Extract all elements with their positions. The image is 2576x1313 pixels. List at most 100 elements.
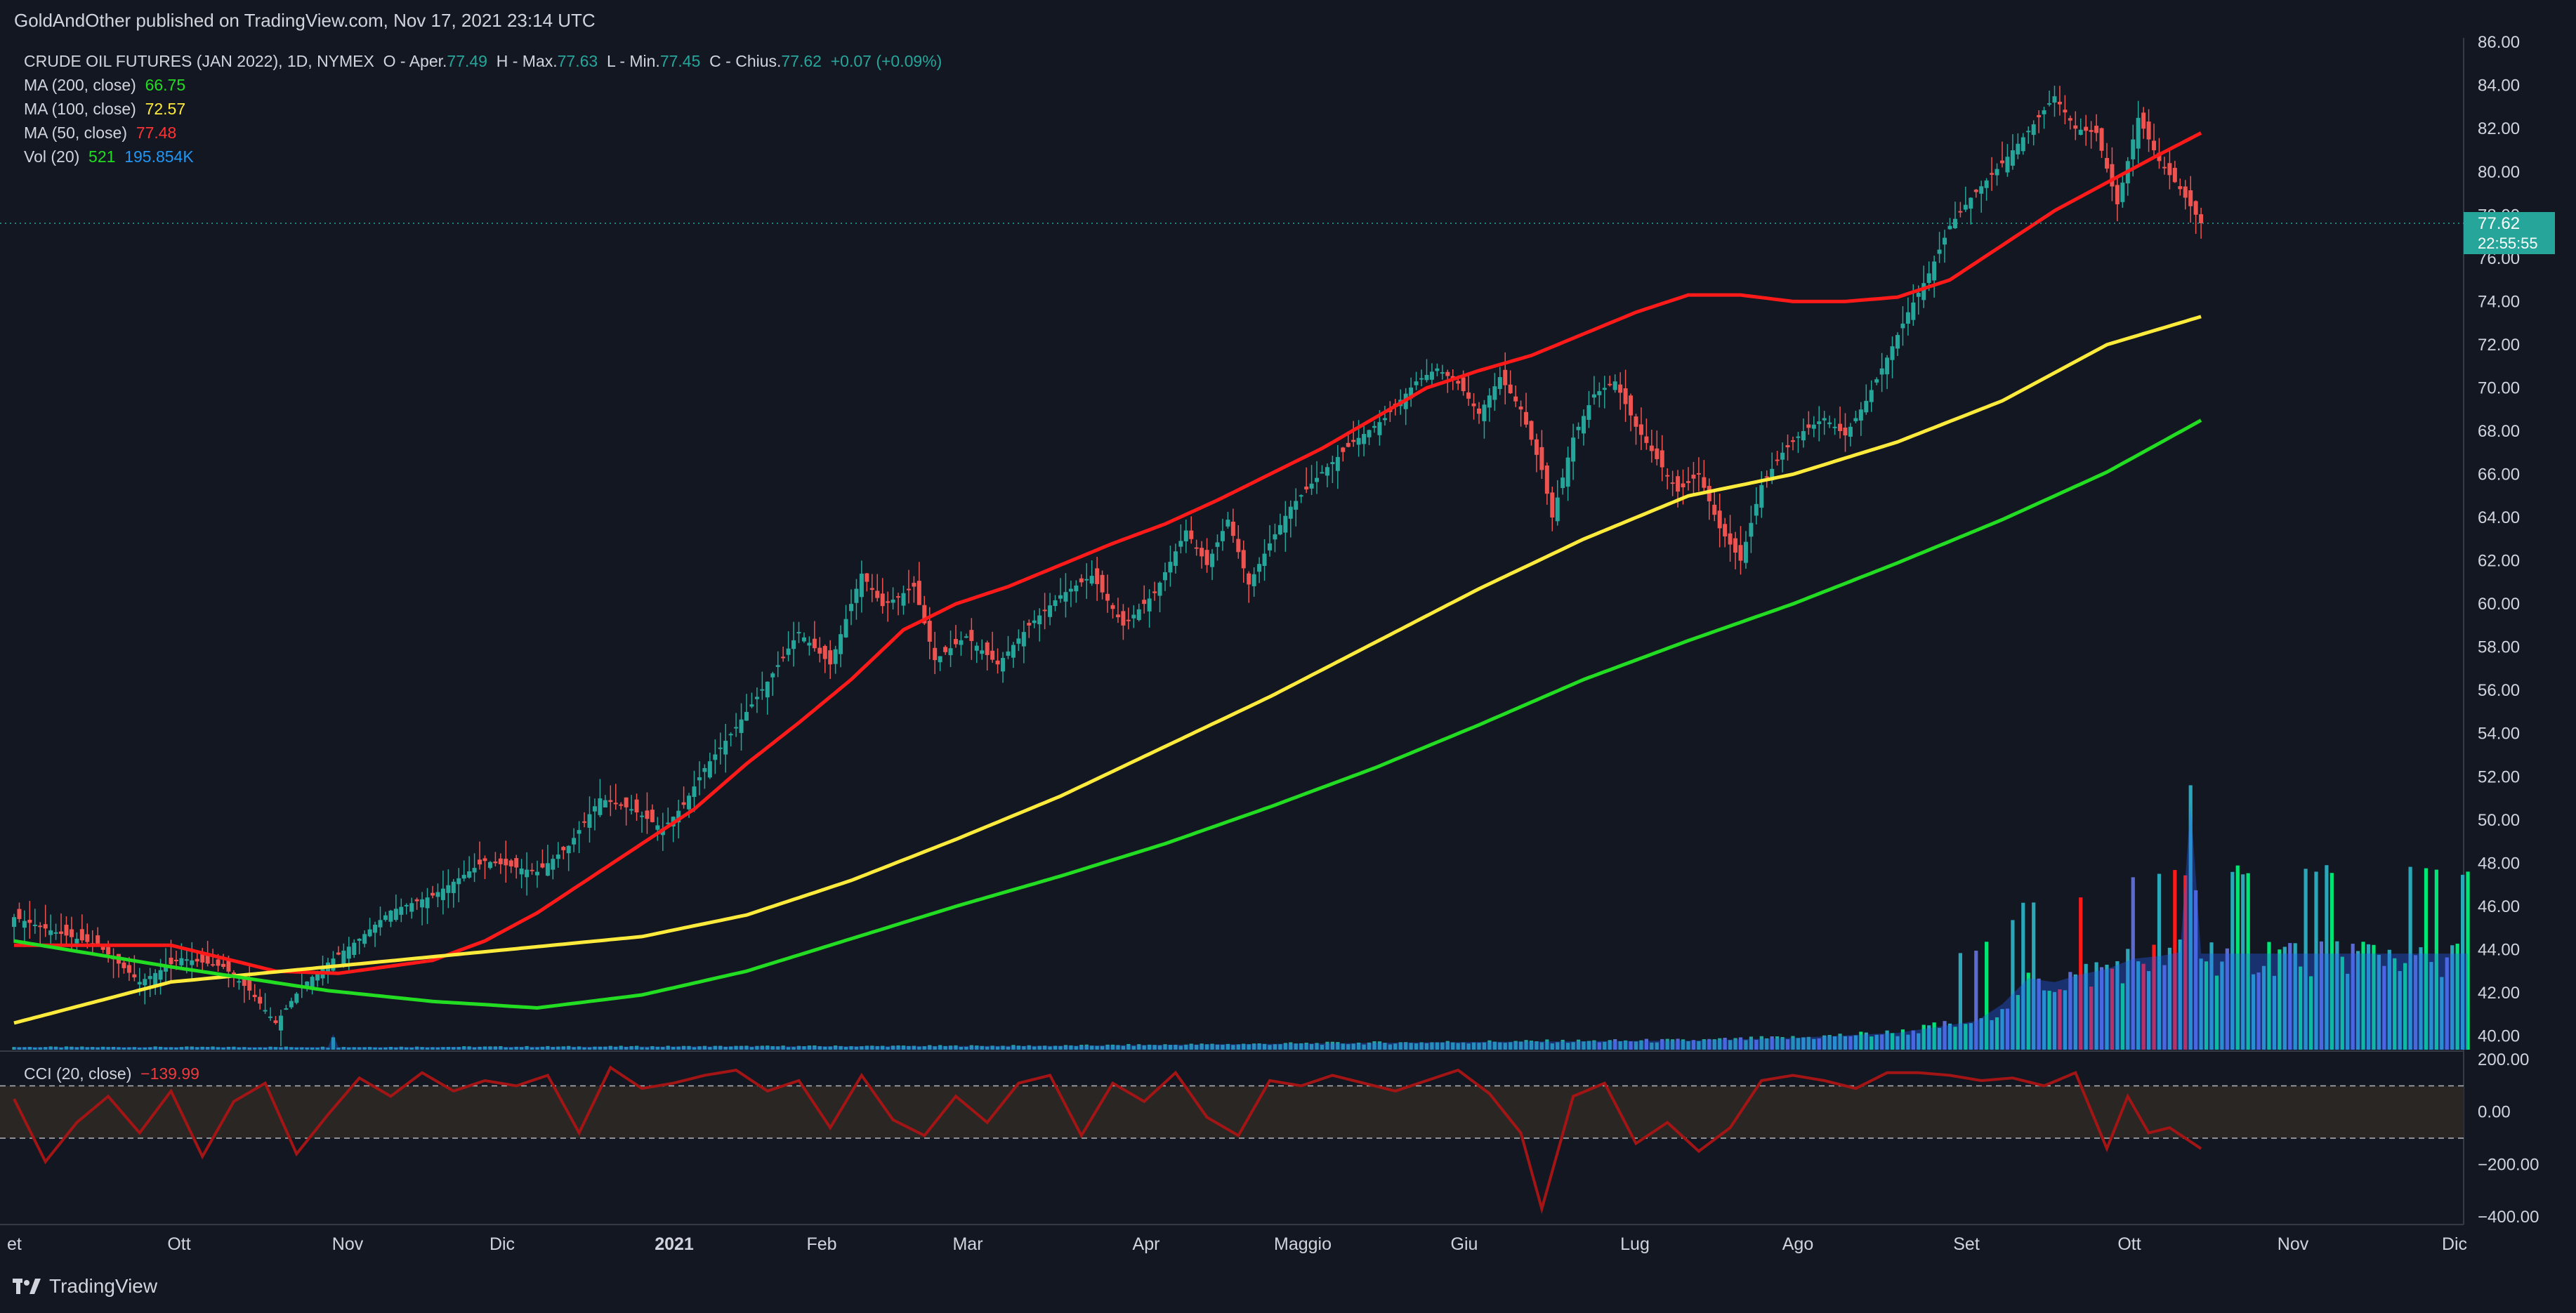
candle-body: [1728, 533, 1733, 545]
candle-body: [1979, 186, 1984, 194]
candle-body: [2131, 139, 2136, 159]
candle-body: [2146, 121, 2151, 140]
legend-ma50[interactable]: MA (50, close) 77.48: [24, 121, 942, 145]
candle-body: [22, 921, 27, 928]
candle-body: [1204, 550, 1209, 565]
legend-ma200[interactable]: MA (200, close) 66.75: [24, 73, 942, 97]
candle-body: [504, 859, 508, 866]
candle-body: [1095, 568, 1100, 584]
candle-body: [2020, 137, 2025, 152]
candle-body: [843, 619, 848, 638]
candle-body: [1943, 237, 1947, 245]
cci-legend[interactable]: CCI (20, close) −139.99: [24, 1064, 199, 1083]
candle-body: [2199, 214, 2204, 223]
candle-body: [367, 929, 372, 937]
candle-body: [687, 796, 692, 810]
candle-body: [1084, 579, 1089, 581]
price-tick-label: 62.00: [2478, 552, 2520, 571]
candle-body: [1027, 622, 1032, 626]
candle-body: [1100, 574, 1105, 593]
candle-body: [1168, 562, 1173, 573]
candle-body: [252, 994, 257, 998]
candle-body: [310, 977, 315, 987]
candle-body: [608, 800, 613, 803]
candle-body: [697, 777, 702, 781]
candle-body: [985, 642, 990, 655]
candle-body: [765, 681, 770, 698]
symbol-title[interactable]: CRUDE OIL FUTURES (JAN 2022), 1D, NYMEX: [24, 52, 374, 70]
candle-body: [980, 650, 985, 654]
candle-body: [487, 862, 492, 869]
candle-body: [2063, 110, 2068, 113]
candle-body: [237, 981, 242, 983]
candle-body: [2178, 186, 2183, 190]
candle-body: [1001, 658, 1006, 672]
candle-body: [1932, 261, 1937, 281]
legend-ma100[interactable]: MA (100, close) 72.57: [24, 97, 942, 121]
candle-body: [153, 972, 158, 986]
candle-body: [435, 892, 440, 897]
candle-body: [336, 952, 341, 955]
candle-body: [1973, 190, 1978, 192]
candle-body: [718, 747, 723, 749]
candle-body: [294, 994, 299, 1003]
candle-body: [352, 942, 357, 955]
candle-body: [702, 767, 707, 772]
candle-body: [1435, 368, 1440, 371]
candle-body: [1723, 524, 1728, 536]
cci-label: CCI (20, close): [24, 1064, 132, 1083]
chart-legend: CRUDE OIL FUTURES (JAN 2022), 1D, NYMEX …: [24, 49, 942, 169]
candle-body: [1990, 173, 1995, 175]
close-value: 77.62: [781, 52, 822, 70]
legend-volume[interactable]: Vol (20) 521 195.854K: [24, 145, 942, 169]
x-tick-label: Ott: [2117, 1234, 2141, 1254]
candle-body: [1623, 388, 1628, 404]
x-tick-label: Ago: [1782, 1234, 1813, 1254]
candle-body: [692, 786, 697, 798]
candle-body: [1429, 371, 1434, 380]
footer-bar: [0, 1264, 2576, 1313]
chart-canvas[interactable]: 86.0084.0082.0080.0078.0076.0074.0072.00…: [0, 0, 2576, 1313]
candle-body: [995, 660, 1000, 665]
candle-body: [420, 899, 425, 908]
candle-body: [2099, 128, 2104, 151]
tradingview-logo[interactable]: TradingView: [13, 1275, 157, 1298]
price-tick-label: 74.00: [2478, 292, 2520, 311]
candle-body: [1749, 522, 1754, 537]
candle-body: [2042, 110, 2046, 114]
candle-body: [943, 647, 948, 652]
candle-body: [1696, 473, 1701, 475]
candle-body: [478, 859, 482, 865]
candle-body: [425, 897, 430, 909]
candle-body: [1676, 476, 1681, 492]
candle-body: [2084, 126, 2089, 131]
candle-body: [1503, 369, 1508, 385]
candle-body: [1534, 439, 1539, 455]
x-tick-label: Nov: [332, 1234, 364, 1254]
candle-body: [69, 929, 74, 937]
candle-body: [461, 874, 466, 879]
candle-body: [1377, 422, 1382, 435]
ma100-line: [13, 315, 2202, 1025]
candle-body: [707, 761, 712, 778]
candle-body: [1560, 477, 1565, 489]
candle-body: [2047, 103, 2052, 105]
candle-body: [1063, 592, 1068, 602]
candle-body: [1822, 418, 1827, 421]
price-tick-label: 50.00: [2478, 811, 2520, 830]
candle-body: [1074, 585, 1079, 592]
candle-body: [1591, 394, 1596, 398]
candle-body: [1518, 407, 1523, 410]
candle-body: [1921, 283, 1926, 301]
candle-body: [1743, 541, 1748, 563]
candle-body: [1178, 541, 1183, 547]
candle-body: [2073, 125, 2078, 129]
candle-body: [828, 650, 833, 665]
candle-body: [865, 573, 869, 582]
candle-body: [1288, 506, 1293, 519]
candle-body: [184, 959, 189, 961]
x-tick-label: Mar: [952, 1234, 983, 1254]
candle-body: [284, 1008, 289, 1010]
candle-body: [1508, 384, 1513, 394]
candle-body: [1461, 377, 1466, 392]
